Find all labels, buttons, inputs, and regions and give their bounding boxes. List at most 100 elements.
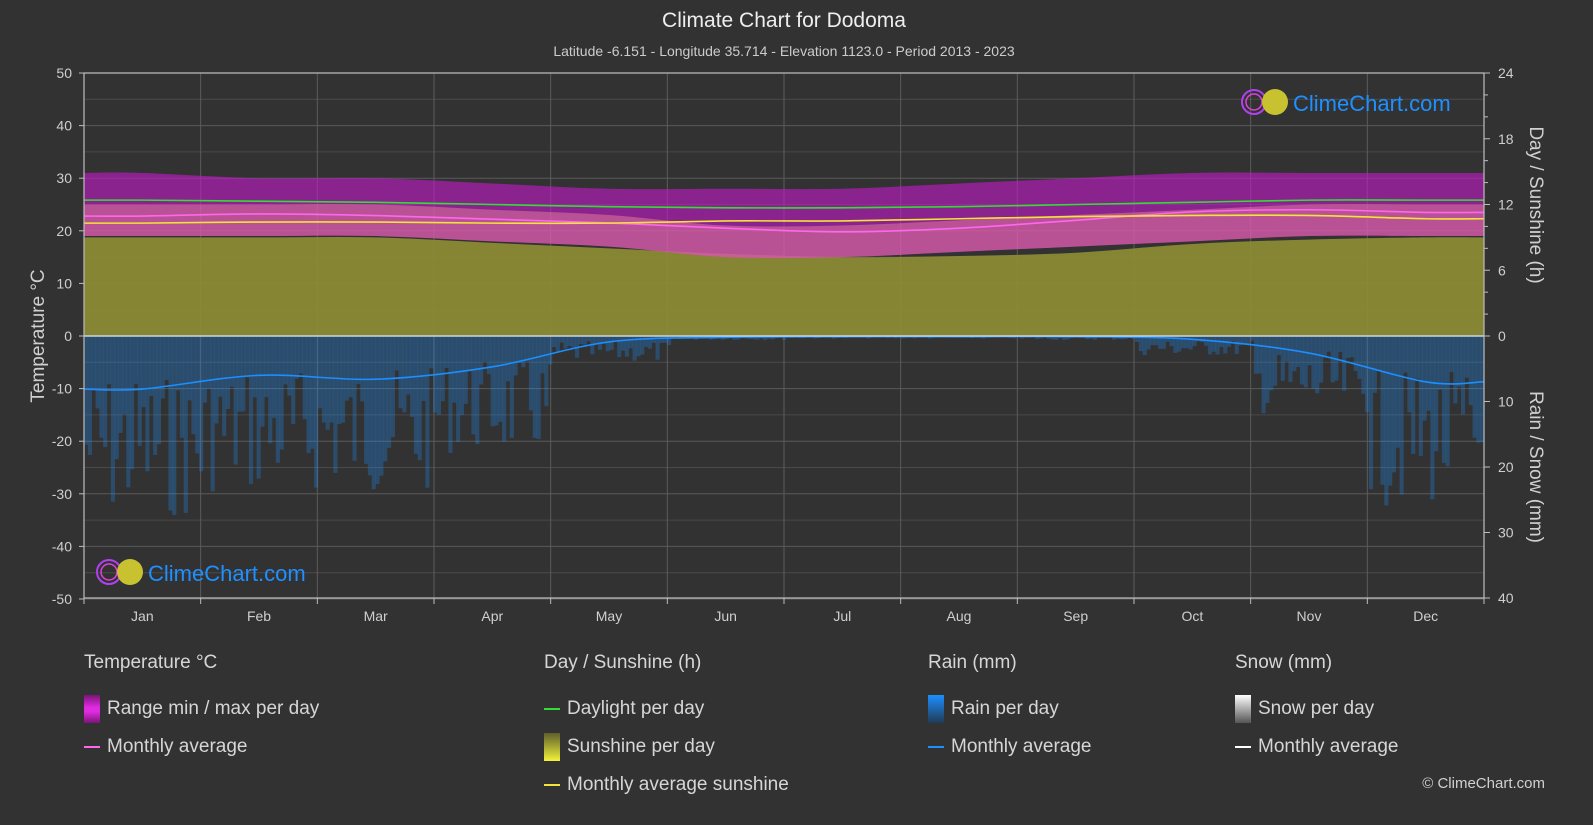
rain-day-bar xyxy=(647,336,652,349)
legend-label: Daylight per day xyxy=(567,698,705,719)
rain-day-bar xyxy=(628,336,633,349)
legend-snow: Snow (mm) Snow per day Monthly average xyxy=(1235,652,1398,766)
left-tick-label: 40 xyxy=(56,118,72,134)
rain-day-bar xyxy=(1288,336,1293,383)
rain-day-bar xyxy=(528,336,534,411)
rain-day-bar xyxy=(191,336,196,435)
rain-day-bar xyxy=(582,336,587,345)
rain-day-bar xyxy=(1453,336,1458,404)
legend-label: Monthly average sunshine xyxy=(567,774,789,795)
legend-item[interactable]: Monthly average sunshine xyxy=(544,766,789,804)
legend-label: Snow per day xyxy=(1258,698,1375,719)
rain-day-bar xyxy=(567,336,572,347)
rain-day-bar xyxy=(1445,336,1450,467)
daylight-line-icon xyxy=(544,708,560,710)
rain-day-bar xyxy=(1380,336,1385,485)
rain-day-bar xyxy=(663,336,668,343)
month-label: Oct xyxy=(1181,608,1203,624)
rain-day-bar xyxy=(364,336,369,464)
brand-logo-top[interactable]: ClimeChart.com xyxy=(1241,89,1451,116)
copyright[interactable]: © ClimeChart.com xyxy=(1422,775,1545,792)
month-label: Nov xyxy=(1297,608,1322,624)
legend-item[interactable]: Snow per day xyxy=(1235,690,1398,728)
rain-day-bar xyxy=(202,336,208,403)
rain-day-bar xyxy=(360,336,365,402)
rain-day-bar xyxy=(1349,336,1354,358)
rain-day-bar xyxy=(1430,336,1435,500)
rain-day-bar xyxy=(398,336,403,409)
rain-day-bar xyxy=(394,336,399,371)
rain-day-bar xyxy=(337,336,342,425)
rain-day-bar xyxy=(1437,336,1443,390)
right-top-tick-label: 18 xyxy=(1498,131,1514,147)
rain-day-bar xyxy=(390,336,395,438)
left-tick-label: 30 xyxy=(56,170,72,186)
rain-day-bar xyxy=(160,336,165,399)
legend-item[interactable]: Daylight per day xyxy=(544,690,789,728)
month-label: Aug xyxy=(947,608,972,624)
rain-day-bar xyxy=(486,336,491,375)
rain-day-bar xyxy=(525,336,530,362)
rain-day-bar xyxy=(1280,336,1285,381)
rain-day-bar xyxy=(153,336,158,455)
rain-day-bar xyxy=(317,336,323,409)
rain-day-bar xyxy=(548,336,553,365)
rain-day-bar xyxy=(1138,336,1143,352)
legend-item[interactable]: Monthly average xyxy=(84,728,319,766)
logo-sun-icon xyxy=(117,559,143,585)
brand-watermark-top: ClimeChart.com xyxy=(1293,91,1451,116)
left-tick-label: 10 xyxy=(56,275,72,291)
rain-day-bar xyxy=(344,336,349,401)
rain-day-bar xyxy=(271,336,277,418)
rain-day-bar xyxy=(172,336,177,515)
rain-day-bar xyxy=(314,336,319,488)
rain-day-bar xyxy=(532,336,537,438)
rain-day-bar xyxy=(310,336,315,449)
brand-watermark-bottom: ClimeChart.com xyxy=(148,561,306,586)
rain-day-bar xyxy=(1342,336,1347,391)
rain-day-bar xyxy=(1414,336,1420,379)
right-top-tick-label: 24 xyxy=(1498,65,1514,81)
right-bottom-tick-label: 10 xyxy=(1498,394,1514,410)
rain-day-bar xyxy=(1345,336,1351,358)
legend-label: Sunshine per day xyxy=(567,736,715,757)
rain-day-bar xyxy=(275,336,280,463)
left-tick-label: -30 xyxy=(52,486,72,502)
rain-day-bar xyxy=(513,336,518,376)
legend-title: Temperature °C xyxy=(84,652,218,673)
rain-day-bar xyxy=(1200,336,1205,343)
rain-day-bar xyxy=(110,336,115,502)
month-label: Jun xyxy=(714,608,737,624)
rain-day-bar xyxy=(179,336,185,438)
rain-day-bar xyxy=(571,336,576,348)
rain-day-bar xyxy=(1353,336,1358,371)
legend-item[interactable]: Rain per day xyxy=(928,690,1091,728)
rain-day-bar xyxy=(620,336,626,351)
rain-day-bar xyxy=(1457,336,1462,387)
legend-item[interactable]: Monthly average xyxy=(928,728,1091,766)
rain-day-bar xyxy=(248,336,254,484)
legend-item[interactable]: Sunshine per day xyxy=(544,728,789,766)
rain-day-bar xyxy=(133,336,138,384)
sunshine-swatch-icon xyxy=(544,733,560,761)
rain-day-bar xyxy=(298,336,303,374)
rain-day-bar xyxy=(1215,336,1220,355)
rain-day-bar xyxy=(375,336,380,485)
rain-day-bar xyxy=(1476,336,1481,443)
rain-day-bar xyxy=(563,336,568,349)
rain-day-bar xyxy=(329,336,334,423)
rain-day-bar xyxy=(551,336,557,348)
rain-day-bar xyxy=(122,336,127,415)
legend-item[interactable]: Range min / max per day xyxy=(84,690,319,728)
legend-item[interactable]: Monthly average xyxy=(1235,728,1398,766)
rain-day-bar xyxy=(383,336,388,462)
rain-day-bar xyxy=(1223,336,1228,354)
rain-day-bar xyxy=(502,336,507,442)
brand-logo-bottom[interactable]: ClimeChart.com xyxy=(96,559,306,586)
right-top-tick-label: 12 xyxy=(1498,197,1514,213)
right-bottom-tick-label: 20 xyxy=(1498,459,1514,475)
rain-day-bar xyxy=(149,336,154,396)
rain-day-bar xyxy=(387,336,392,448)
rain-day-bar xyxy=(325,336,330,430)
rain-day-bar xyxy=(176,336,181,391)
